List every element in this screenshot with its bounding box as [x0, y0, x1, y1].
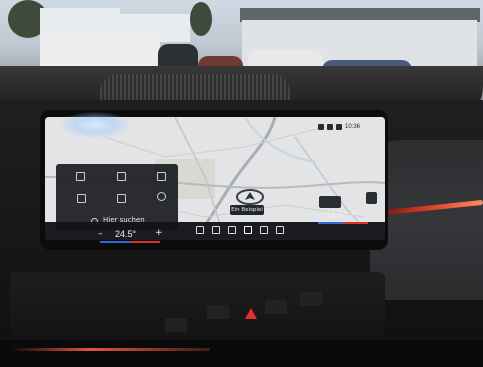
left-temp-warm-indicator	[130, 241, 160, 243]
console-ambient-light	[10, 348, 210, 351]
left-temp-down-button[interactable]: –	[98, 229, 103, 239]
phone-icon[interactable]	[276, 226, 284, 234]
left-temp-cool-indicator	[100, 241, 130, 243]
screen-glare	[60, 112, 130, 138]
seat-heat-icon[interactable]	[117, 172, 126, 181]
media-icon[interactable]	[212, 226, 220, 234]
fan-button[interactable]	[207, 305, 229, 319]
right-temperature: 24.5°	[326, 210, 348, 220]
climate-button[interactable]	[300, 292, 322, 306]
parking-icon[interactable]	[77, 194, 86, 203]
status-bar: 10:36	[318, 121, 360, 133]
left-temp-up-button[interactable]: +	[155, 228, 163, 238]
battery-icon	[336, 124, 342, 130]
map-view-button[interactable]	[319, 196, 341, 208]
right-temp-down-button[interactable]: –	[316, 210, 321, 220]
tree	[190, 2, 212, 36]
right-temp-cool-indicator	[318, 222, 343, 224]
right-temp-up-button[interactable]: +	[350, 209, 358, 219]
defrost-button[interactable]	[165, 318, 187, 332]
signal-icon	[318, 124, 324, 130]
left-temperature: 24.5°	[115, 229, 137, 239]
navigation-icon[interactable]	[228, 226, 236, 234]
hazard-icon[interactable]	[245, 308, 257, 319]
location-button-label: Ein Beispiel	[231, 207, 263, 213]
status-clock: 10:36	[345, 124, 361, 130]
map-compass-button[interactable]	[366, 192, 377, 204]
seat-heat-button[interactable]	[265, 300, 287, 314]
fan-icon[interactable]	[76, 172, 85, 181]
right-temp-warm-indicator	[343, 222, 368, 224]
scene: 10:36 Hier suchen Ein Beispiel – 24.5° +…	[0, 0, 483, 367]
center-console	[10, 272, 385, 342]
bluetooth-icon	[327, 124, 333, 130]
home-icon[interactable]	[244, 226, 252, 234]
apps-icon[interactable]	[260, 226, 268, 234]
music-icon[interactable]	[196, 226, 204, 234]
location-button[interactable]: Ein Beispiel	[230, 205, 264, 215]
car-icon[interactable]	[157, 172, 166, 181]
phone-icon[interactable]	[117, 194, 126, 203]
floor	[0, 340, 483, 367]
settings-icon[interactable]	[157, 192, 166, 201]
